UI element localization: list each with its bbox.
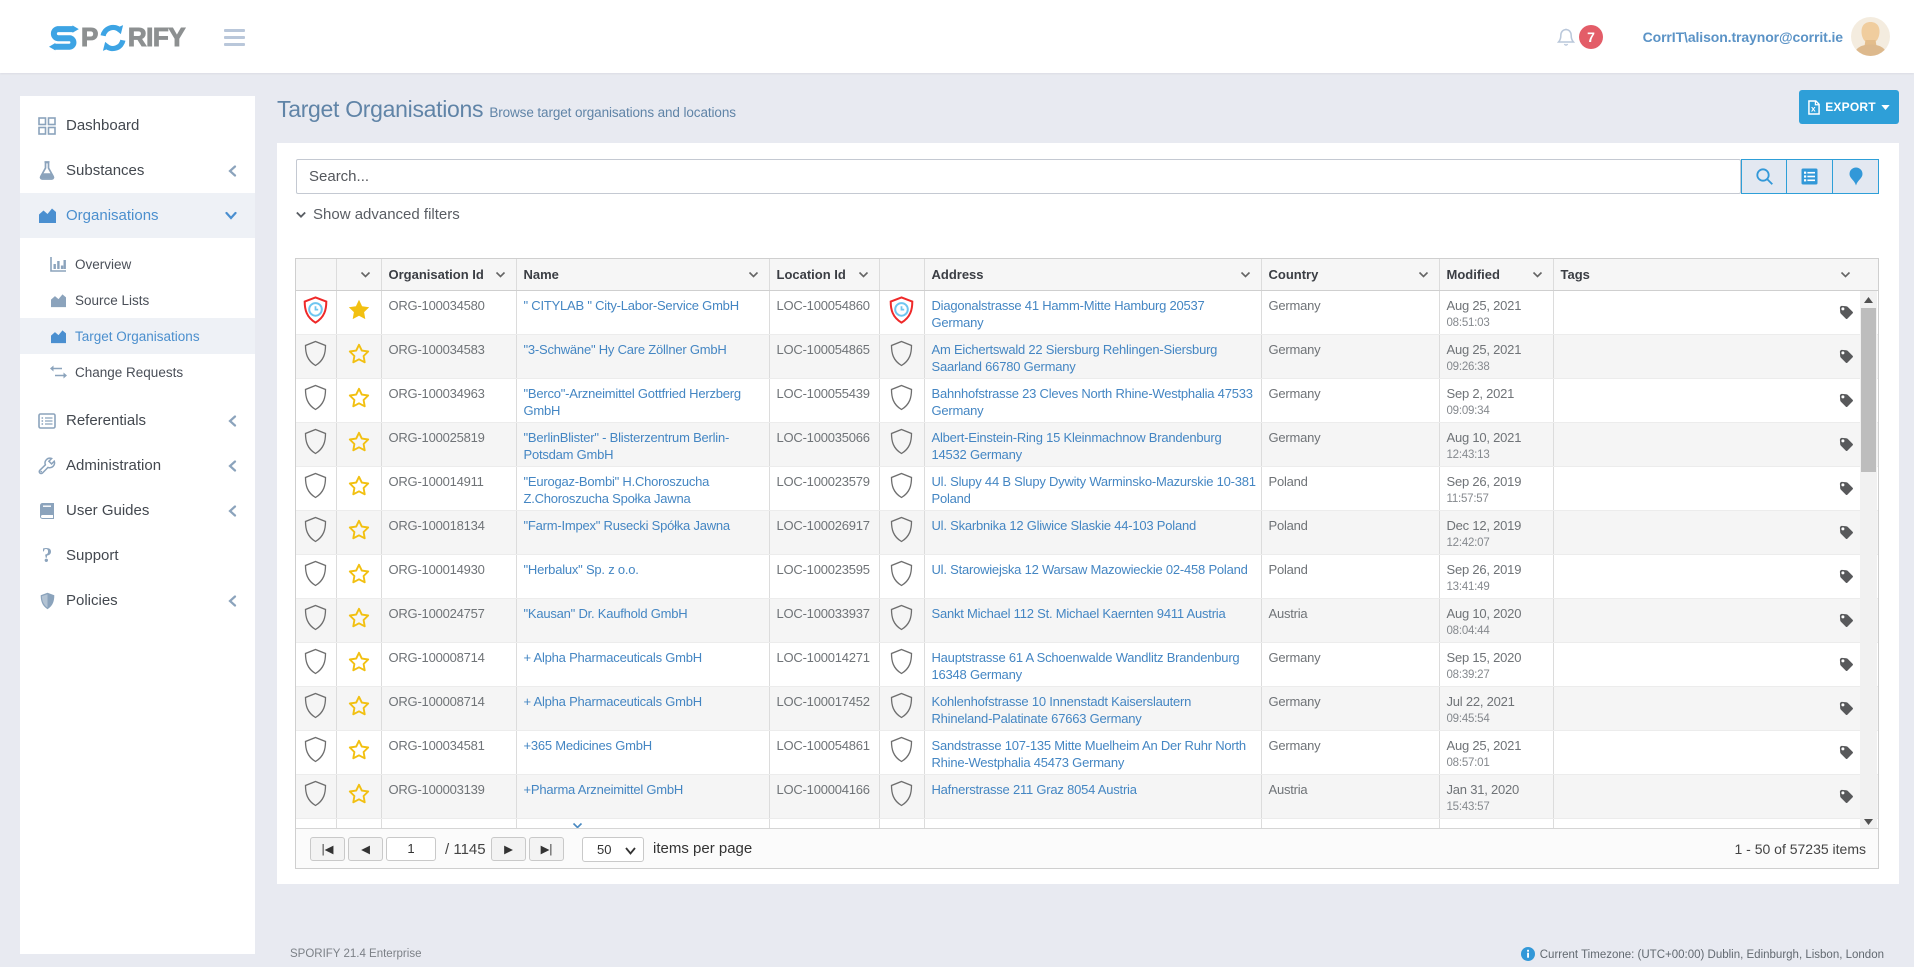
svg-text:x: x [1811, 103, 1816, 113]
